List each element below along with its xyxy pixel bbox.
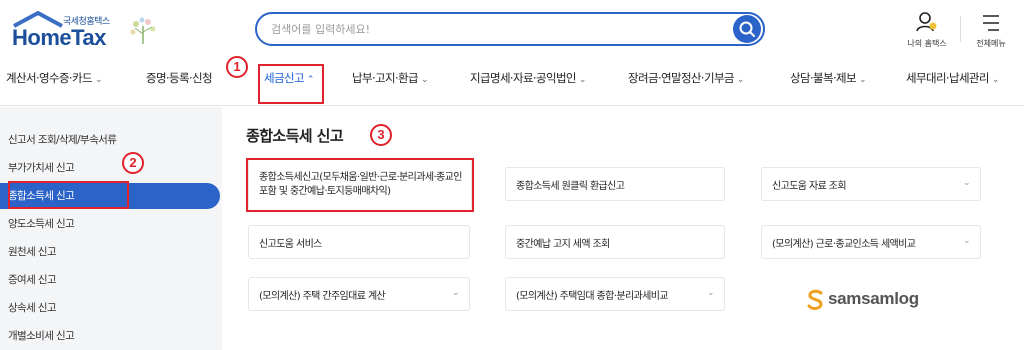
nav-label: 증명·등록·신청 bbox=[146, 71, 213, 85]
nav-item-incentives[interactable]: 장려금·연말정산·기부금 ⌄ bbox=[628, 70, 744, 86]
card-label: 신고도움 자료 조회 bbox=[772, 180, 847, 192]
chevron-down-icon: ⌄ bbox=[859, 75, 867, 85]
card-sim-rental-comparison[interactable]: (모의계산) 주택임대 종합·분리과세비교 ⌄ bbox=[505, 277, 725, 311]
sidebar-item-report-lookup[interactable]: 신고서 조회/삭제/부속서류 bbox=[8, 127, 218, 153]
chevron-down-icon: ⌄ bbox=[991, 75, 1000, 85]
page-title: 종합소득세 신고 bbox=[246, 127, 344, 145]
card-label: 중간예납 고지 세액 조회 bbox=[516, 238, 610, 250]
chevron-down-icon: ⌄ bbox=[963, 236, 971, 246]
sidebar: 신고서 조회/삭제/부속서류 부가가치세 신고 종합소득세 신고 양도소득세 신… bbox=[0, 107, 222, 350]
annotation-step-2: 2 bbox=[122, 152, 144, 174]
samsamlog-logo-icon bbox=[807, 289, 823, 310]
search-icon bbox=[739, 21, 755, 37]
card-label: (모의계산) 근로·종교인소득 세액비교 bbox=[772, 238, 916, 250]
chevron-down-icon: ⌄ bbox=[452, 288, 460, 298]
nav-label: 납부·고지·환급 bbox=[352, 71, 419, 85]
card-label: 신고도움 서비스 bbox=[259, 238, 322, 250]
sidebar-item-excise-tax[interactable]: 개별소비세 신고 bbox=[8, 323, 218, 349]
nav-label: 상담·불복·제보 bbox=[790, 71, 857, 85]
card-label: (모의계산) 주택 간주임대료 계산 bbox=[259, 290, 386, 302]
chevron-down-icon: ⌄ bbox=[736, 75, 745, 85]
content-area: 신고서 조회/삭제/부속서류 부가가치세 신고 종합소득세 신고 양도소득세 신… bbox=[0, 107, 1024, 350]
nav-label: 세무대리·납세관리 bbox=[906, 71, 990, 85]
chevron-down-icon: ⌄ bbox=[94, 75, 103, 85]
header-divider bbox=[960, 16, 961, 42]
annotation-highlight-tax-filing bbox=[258, 64, 324, 104]
main-nav: 계산서·영수증·카드 ⌄ 증명·등록·신청 세금신고 ⌃ 납부·고지·환급 ⌄ 지급명… bbox=[0, 56, 1024, 106]
card-label: (모의계산) 주택임대 종합·분리과세비교 bbox=[516, 290, 669, 302]
nav-label: 계산서·영수증·카드 bbox=[6, 71, 93, 85]
nav-item-statements[interactable]: 지급명세·자료·공익법인 ⌄ bbox=[470, 70, 586, 86]
nav-item-invoices[interactable]: 계산서·영수증·카드 ⌄ bbox=[6, 70, 103, 86]
all-menu-button[interactable]: 전체메뉴 bbox=[966, 10, 1016, 50]
annotation-step-1: 1 bbox=[226, 56, 248, 78]
plant-decoration-icon bbox=[130, 17, 156, 44]
my-hometax-label: 나의 홈택스 bbox=[907, 39, 947, 48]
card-label: 종합소득세 원클릭 환급신고 bbox=[516, 180, 625, 192]
search-bar bbox=[255, 12, 765, 46]
annotation-highlight-filing-card bbox=[246, 158, 474, 212]
search-button[interactable] bbox=[733, 15, 761, 43]
logo-title: HomeTax bbox=[12, 25, 106, 50]
search-input[interactable] bbox=[271, 20, 711, 38]
annotation-step-3: 3 bbox=[370, 124, 392, 146]
card-filing-help-service[interactable]: 신고도움 서비스 bbox=[248, 225, 470, 259]
annotation-highlight-income-tax bbox=[8, 181, 129, 209]
my-hometax-button[interactable]: 나의 홈택스 bbox=[902, 10, 952, 50]
nav-label: 지급명세·자료·공익법인 bbox=[470, 71, 577, 85]
card-sim-wage-religious[interactable]: (모의계산) 근로·종교인소득 세액비교 ⌄ bbox=[761, 225, 981, 259]
card-filing-help-data[interactable]: 신고도움 자료 조회 ⌄ bbox=[761, 167, 981, 201]
card-interim-payment-lookup[interactable]: 중간예납 고지 세액 조회 bbox=[505, 225, 725, 259]
sidebar-item-withholding[interactable]: 원천세 신고 bbox=[8, 239, 218, 265]
nav-label: 장려금·연말정산·기부금 bbox=[628, 71, 735, 85]
hamburger-menu-icon bbox=[983, 15, 999, 31]
hometax-logo[interactable]: 국세청홈택스 HomeTax bbox=[8, 8, 158, 50]
nav-item-certificates[interactable]: 증명·등록·신청 bbox=[146, 70, 213, 86]
chevron-down-icon: ⌄ bbox=[707, 288, 715, 298]
chevron-down-icon: ⌄ bbox=[421, 75, 429, 85]
nav-item-payment[interactable]: 납부·고지·환급 ⌄ bbox=[352, 70, 429, 86]
samsamlog-watermark: samsamlog bbox=[806, 287, 926, 313]
sidebar-item-inheritance-tax[interactable]: 상속세 신고 bbox=[8, 295, 218, 321]
sidebar-item-gift-tax[interactable]: 증여세 신고 bbox=[8, 267, 218, 293]
sidebar-item-capital-gains[interactable]: 양도소득세 신고 bbox=[8, 211, 218, 237]
chevron-down-icon: ⌄ bbox=[578, 75, 587, 85]
card-one-click-refund[interactable]: 종합소득세 원클릭 환급신고 bbox=[505, 167, 725, 201]
all-menu-label: 전체메뉴 bbox=[976, 39, 1006, 48]
sidebar-item-vat[interactable]: 부가가치세 신고 bbox=[8, 155, 218, 181]
user-icon bbox=[916, 12, 937, 32]
nav-item-tax-agent[interactable]: 세무대리·납세관리 ⌄ bbox=[906, 70, 999, 86]
card-sim-deemed-rent[interactable]: (모의계산) 주택 간주임대료 계산 ⌄ bbox=[248, 277, 470, 311]
nav-item-consulting[interactable]: 상담·불복·제보 ⌄ bbox=[790, 70, 867, 86]
header: 국세청홈택스 HomeTax 나의 홈택스 bbox=[0, 0, 1024, 56]
brand-name: samsamlog bbox=[828, 289, 919, 308]
chevron-down-icon: ⌄ bbox=[963, 178, 971, 188]
